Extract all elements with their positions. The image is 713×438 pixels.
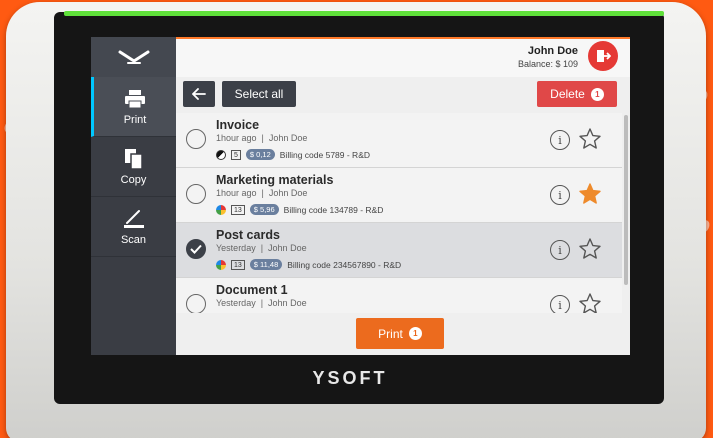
job-time: Yesterday [216, 298, 256, 308]
header-accent [176, 37, 630, 39]
app-logo [91, 37, 176, 77]
select-checkbox[interactable] [186, 129, 206, 149]
job-time: Yesterday [216, 243, 256, 253]
user-name: John Doe [527, 45, 578, 57]
scrollbar[interactable] [624, 115, 628, 285]
logout-icon [597, 50, 611, 62]
separator: | [255, 298, 269, 308]
list-item[interactable]: Post cards Yesterday | John Doe 13 $ 11,48 B… [176, 223, 622, 278]
sidebar-item-label: Scan [120, 234, 147, 246]
job-tags: 13 $ 11,48 Billing code 234567890 - R&D [216, 259, 401, 270]
star-icon[interactable] [578, 237, 602, 261]
billing-code: Billing code 134789 - R&D [283, 204, 384, 215]
info-icon[interactable]: i [550, 130, 570, 150]
job-owner: John Doe [268, 298, 307, 308]
header: John Doe Balance: $ 109 [176, 37, 630, 77]
logo-icon [118, 50, 149, 64]
sidebar-item-label: Print [123, 114, 147, 126]
billing-code: Billing code 234567890 - R&D [287, 259, 402, 270]
separator: | [256, 188, 269, 198]
job-title: Marketing materials [216, 173, 334, 187]
sidebar-item-print[interactable]: Print [91, 77, 176, 137]
arrow-left-icon [192, 88, 206, 100]
printer-icon [124, 87, 146, 111]
copy-icon [124, 147, 144, 171]
info-icon[interactable]: i [550, 185, 570, 205]
job-owner: John Doe [268, 243, 307, 253]
info-icon[interactable]: i [550, 240, 570, 260]
page-count: 13 [231, 259, 245, 270]
main-panel: John Doe Balance: $ 109 Select all Delet… [176, 37, 630, 355]
status-led [64, 11, 664, 16]
price-badge: $ 5,96 [249, 204, 279, 215]
brand-logo: YSOFT [312, 368, 388, 388]
delete-count-badge: 1 [590, 87, 604, 101]
bw-mode-icon [216, 149, 226, 160]
job-time: 1hour ago [216, 133, 257, 143]
job-meta: Yesterday | John Doe [216, 298, 307, 308]
star-icon[interactable] [578, 127, 602, 151]
separator: | [256, 133, 269, 143]
price-badge: $ 11,48 [249, 259, 283, 270]
delete-button[interactable]: Delete 1 [537, 81, 617, 107]
sidebar-item-copy[interactable]: Copy [91, 137, 176, 197]
logout-button[interactable] [588, 41, 618, 71]
color-mode-icon [216, 204, 226, 215]
sidebar: Print Copy Scan [91, 37, 176, 355]
touch-screen: Print Copy Scan John Doe Balance: $ 109 … [91, 37, 630, 355]
user-balance: Balance: $ 109 [517, 59, 578, 69]
info-icon[interactable]: i [550, 295, 570, 313]
job-meta: 1hour ago | John Doe [216, 188, 307, 198]
delete-label: Delete [550, 87, 585, 101]
job-list: Invoice 1hour ago | John Doe 5 $ 0,12 Billin… [176, 113, 622, 313]
job-meta: 1hour ago | John Doe [216, 133, 307, 143]
job-meta: Yesterday | John Doe [216, 243, 307, 253]
star-icon[interactable] [578, 292, 602, 313]
job-owner: John Doe [268, 133, 308, 143]
job-owner: John Doe [268, 188, 308, 198]
star-icon[interactable] [578, 182, 602, 206]
select-checkbox[interactable] [186, 294, 206, 313]
back-button[interactable] [183, 81, 215, 107]
job-tags: 13 $ 5,96 Billing code 134789 - R&D [216, 204, 383, 215]
select-checkbox[interactable] [186, 184, 206, 204]
page-count: 13 [231, 204, 245, 215]
separator: | [255, 243, 269, 253]
scan-icon [123, 207, 145, 231]
print-label: Print [378, 326, 403, 341]
bottom-bar: Print 1 [176, 313, 630, 355]
toolbar: Select all Delete 1 [176, 80, 630, 110]
job-time: 1hour ago [216, 188, 257, 198]
list-item[interactable]: Marketing materials 1hour ago | John Doe 1… [176, 168, 622, 223]
sidebar-item-label: Copy [120, 174, 147, 186]
check-icon [190, 244, 202, 254]
list-item[interactable]: Document 1 Yesterday | John Doe i [176, 278, 622, 313]
select-all-button[interactable]: Select all [222, 81, 296, 107]
page-count: 5 [231, 149, 241, 160]
billing-code: Billing code 5789 - R&D [279, 149, 371, 160]
sidebar-item-scan[interactable]: Scan [91, 197, 176, 257]
list-item[interactable]: Invoice 1hour ago | John Doe 5 $ 0,12 Billin… [176, 113, 622, 168]
job-title: Invoice [216, 118, 260, 132]
job-title: Post cards [216, 228, 280, 242]
color-mode-icon [216, 259, 226, 270]
job-tags: 5 $ 0,12 Billing code 5789 - R&D [216, 149, 370, 160]
job-title: Document 1 [216, 283, 288, 297]
print-button[interactable]: Print 1 [356, 318, 444, 349]
print-count-badge: 1 [408, 327, 422, 340]
select-checkbox[interactable] [186, 239, 206, 259]
price-badge: $ 0,12 [245, 149, 275, 160]
